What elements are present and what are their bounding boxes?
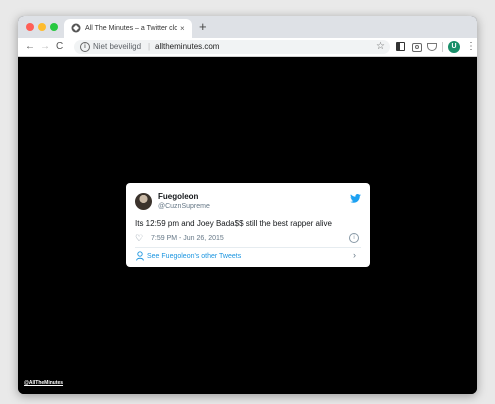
browser-window: All The Minutes – a Twitter clo × + ← → … <box>18 16 477 394</box>
new-tab-button[interactable]: + <box>199 19 207 35</box>
tab-strip: All The Minutes – a Twitter clo × + <box>18 16 477 38</box>
globe-icon <box>71 23 81 33</box>
tweet-author-handle[interactable]: @CuznSupreme <box>158 202 210 211</box>
reload-button[interactable]: C <box>56 40 63 54</box>
tweet-avatar[interactable] <box>135 193 152 210</box>
url-text[interactable]: alltheminutes.com <box>155 41 219 53</box>
maximize-window-button[interactable] <box>50 23 58 31</box>
bookmark-star-icon[interactable]: ☆ <box>376 41 385 53</box>
heart-icon[interactable]: ♡ <box>135 233 143 244</box>
info-icon[interactable]: i <box>80 42 90 52</box>
see-other-tweets-link[interactable]: See Fuegoleon's other Tweets <box>147 252 241 262</box>
tab-title: All The Minutes – a Twitter clo <box>85 25 177 32</box>
chevron-right-icon[interactable]: › <box>353 250 356 261</box>
reader-extension-icon[interactable] <box>396 42 405 51</box>
tweet-divider <box>135 247 361 248</box>
pocket-extension-icon[interactable] <box>427 43 437 51</box>
menu-icon[interactable]: ⋮ <box>466 40 476 54</box>
person-icon <box>136 251 144 261</box>
toolbar-divider <box>442 42 443 52</box>
url-separator: | <box>148 42 151 51</box>
profile-avatar[interactable]: U <box>448 41 460 53</box>
page-content: Fuegoleon @CuznSupreme Its 12:59 pm and … <box>18 57 477 394</box>
address-bar[interactable]: i Niet beveiligd | alltheminutes.com ☆ <box>74 40 390 54</box>
browser-toolbar: ← → C i Niet beveiligd | alltheminutes.c… <box>18 38 477 57</box>
footer-twitter-link[interactable]: @AllTheMinutes <box>24 380 63 387</box>
close-window-button[interactable] <box>26 23 34 31</box>
security-label: Niet beveiligd <box>93 42 142 51</box>
tweet-timestamp[interactable]: 7:59 PM - Jun 26, 2015 <box>151 234 224 244</box>
tab-alltheminutes[interactable]: All The Minutes – a Twitter clo × <box>64 19 192 38</box>
embedded-tweet[interactable]: Fuegoleon @CuznSupreme Its 12:59 pm and … <box>126 183 370 267</box>
back-button[interactable]: ← <box>25 40 35 54</box>
twitter-bird-icon[interactable] <box>350 194 361 203</box>
minimize-window-button[interactable] <box>38 23 46 31</box>
tweet-info-icon[interactable]: i <box>349 233 359 243</box>
tweet-text: Its 12:59 pm and Joey Bada$$ still the b… <box>135 219 333 228</box>
tab-close-icon[interactable]: × <box>180 23 185 34</box>
tweet-author-name[interactable]: Fuegoleon <box>158 192 198 202</box>
camera-extension-icon[interactable] <box>412 43 422 52</box>
forward-button[interactable]: → <box>40 40 50 54</box>
